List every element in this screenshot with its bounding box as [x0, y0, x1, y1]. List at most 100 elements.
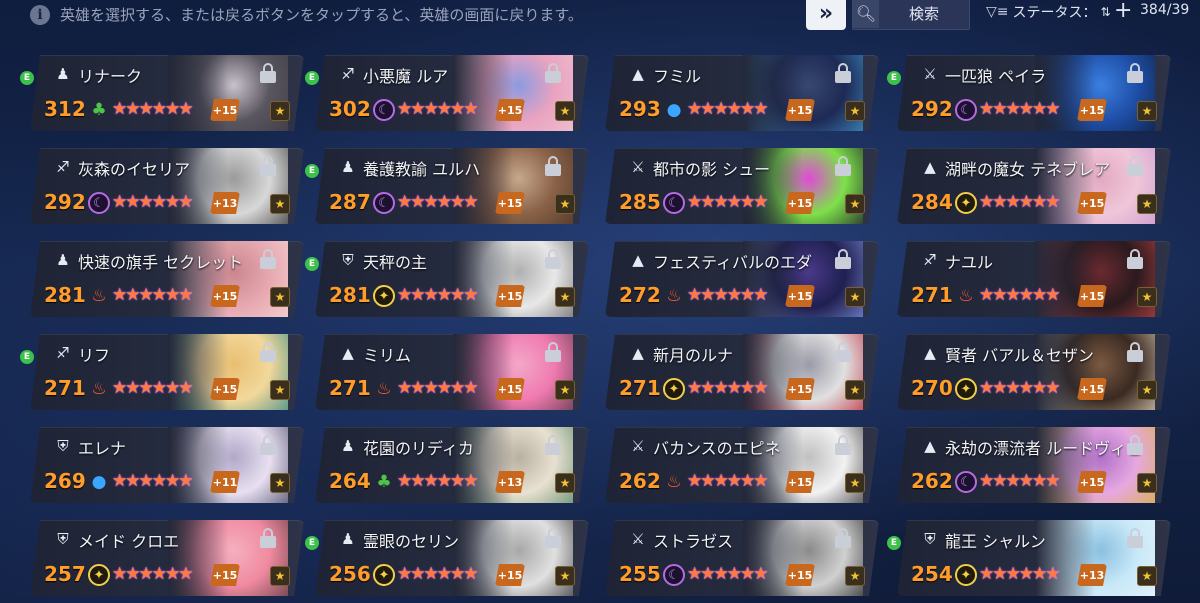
favorite-star-icon[interactable]: ★ — [845, 101, 865, 121]
lock-icon[interactable] — [545, 249, 561, 269]
lock-icon[interactable] — [835, 63, 851, 83]
favorite-star-icon[interactable]: ★ — [845, 566, 865, 586]
enhance-badge: +15 — [785, 99, 815, 121]
star-rating: ★★★★★★ — [112, 285, 192, 305]
favorite-star-icon[interactable]: ★ — [555, 194, 575, 214]
enhance-badge: +13 — [495, 471, 525, 493]
hero-card[interactable]: ♐ 小悪魔 ルア 302 ☾ ★★★★★★ +15 ★ — [315, 55, 589, 131]
lock-icon[interactable] — [1127, 63, 1143, 83]
favorite-star-icon[interactable]: ★ — [1137, 287, 1157, 307]
favorite-star-icon[interactable]: ★ — [270, 287, 290, 307]
hero-level: 281 — [44, 283, 86, 307]
favorite-star-icon[interactable]: ★ — [555, 566, 575, 586]
lock-icon[interactable] — [260, 435, 276, 455]
hero-card[interactable]: ⚔ バカンスのエピネ 262 ♨ ★★★★★★ +15 ★ — [605, 427, 879, 503]
hero-card[interactable]: ▲ ミリム 271 ♨ ★★★★★★ +15 ★ — [315, 334, 589, 410]
hero-card[interactable]: ▲ フェスティバルのエダ 272 ♨ ★★★★★★ +15 ★ — [605, 241, 879, 317]
hero-card[interactable]: ⚔ 都市の影 シュー 285 ☾ ★★★★★★ +15 ★ — [605, 148, 879, 224]
favorite-star-icon[interactable]: ★ — [1137, 566, 1157, 586]
lock-icon[interactable] — [260, 249, 276, 269]
light-element-icon: ✦ — [373, 564, 395, 586]
lock-icon[interactable] — [260, 528, 276, 548]
favorite-star-icon[interactable]: ★ — [1137, 473, 1157, 493]
wizard-hat-icon: ▲ — [342, 344, 354, 362]
hero-card[interactable]: ♟ リナーク 312 ♣ ★★★★★★ +15 ★ — [30, 55, 304, 131]
hero-level: 271 — [44, 376, 86, 400]
hero-card[interactable]: ♐ ナユル 271 ♨ ★★★★★★ +15 ★ — [897, 241, 1171, 317]
hero-grid: ♟ リナーク 312 ♣ ★★★★★★ +15 ★ E ♐ 小悪魔 ルア 302… — [0, 0, 1200, 603]
enhance-badge: +15 — [495, 99, 525, 121]
hero-card[interactable]: ♟ 快速の旗手 セクレット 281 ♨ ★★★★★★ +15 ★ — [30, 241, 304, 317]
favorite-star-icon[interactable]: ★ — [270, 473, 290, 493]
lock-icon[interactable] — [1127, 156, 1143, 176]
favorite-star-icon[interactable]: ★ — [1137, 380, 1157, 400]
favorite-star-icon[interactable]: ★ — [270, 566, 290, 586]
lock-icon[interactable] — [835, 156, 851, 176]
hero-card[interactable]: ♟ 養護教諭 ユルハ 287 ☾ ★★★★★★ +15 ★ — [315, 148, 589, 224]
lock-icon[interactable] — [1127, 435, 1143, 455]
lock-icon[interactable] — [835, 249, 851, 269]
favorite-star-icon[interactable]: ★ — [845, 194, 865, 214]
favorite-star-icon[interactable]: ★ — [270, 380, 290, 400]
enhance-badge: +15 — [210, 378, 240, 400]
lock-icon[interactable] — [1127, 528, 1143, 548]
favorite-star-icon[interactable]: ★ — [555, 473, 575, 493]
lock-icon[interactable] — [545, 528, 561, 548]
hero-card[interactable]: ▲ フミル 293 ● ★★★★★★ +15 ★ — [605, 55, 879, 131]
hero-card[interactable]: ⚔ 一匹狼 ペイラ 292 ☾ ★★★★★★ +15 ★ — [897, 55, 1171, 131]
lock-icon[interactable] — [835, 528, 851, 548]
favorite-star-icon[interactable]: ★ — [270, 194, 290, 214]
hero-card[interactable]: ♐ 灰森のイセリア 292 ☾ ★★★★★★ +13 ★ — [30, 148, 304, 224]
hero-card[interactable]: ▲ 賢者 バアル＆セザン 270 ✦ ★★★★★★ +15 ★ — [897, 334, 1171, 410]
lock-icon[interactable] — [1127, 249, 1143, 269]
hero-card[interactable]: ▲ 新月のルナ 271 ✦ ★★★★★★ +15 ★ — [605, 334, 879, 410]
hero-card[interactable]: ▲ 湖畔の魔女 テネブレア 284 ✦ ★★★★★★ +15 ★ — [897, 148, 1171, 224]
earth-element-icon: ♣ — [376, 472, 392, 492]
lock-icon[interactable] — [545, 342, 561, 362]
favorite-star-icon[interactable]: ★ — [845, 380, 865, 400]
hero-card[interactable]: ⛨ 龍王 シャルン 254 ✦ ★★★★★★ +13 ★ — [897, 520, 1171, 596]
hero-card[interactable]: ▲ 永劫の漂流者 ルードヴィヒ 262 ☾ ★★★★★★ +15 ★ — [897, 427, 1171, 503]
hero-card[interactable]: ⛨ メイド クロエ 257 ✦ ★★★★★★ +15 ★ — [30, 520, 304, 596]
hero-card[interactable]: ♐ リフ 271 ♨ ★★★★★★ +15 ★ — [30, 334, 304, 410]
favorite-star-icon[interactable]: ★ — [1137, 194, 1157, 214]
lock-icon[interactable] — [835, 435, 851, 455]
hero-card[interactable]: ⚔ ストラゼス 255 ☾ ★★★★★★ +15 ★ — [605, 520, 879, 596]
lock-icon[interactable] — [545, 156, 561, 176]
favorite-star-icon[interactable]: ★ — [555, 101, 575, 121]
hood-icon: ♟ — [56, 65, 70, 83]
favorite-star-icon[interactable]: ★ — [845, 287, 865, 307]
hero-card[interactable]: ⛨ エレナ 269 ● ★★★★★★ +11 ★ — [30, 427, 304, 503]
favorite-star-icon[interactable]: ★ — [1137, 101, 1157, 121]
lock-icon[interactable] — [545, 435, 561, 455]
hero-name: 湖畔の魔女 テネブレア — [945, 160, 1111, 179]
hero-card[interactable]: ♟ 霊眼のセリン 256 ✦ ★★★★★★ +15 ★ — [315, 520, 589, 596]
lock-icon[interactable] — [1127, 342, 1143, 362]
favorite-star-icon[interactable]: ★ — [555, 287, 575, 307]
star-rating: ★★★★★★ — [979, 564, 1059, 584]
hero-name: フミル — [653, 67, 702, 86]
dark-element-icon: ☾ — [955, 471, 977, 493]
earth-element-icon: ♣ — [91, 100, 107, 120]
hero-card[interactable]: ⛨ 天秤の主 281 ✦ ★★★★★★ +15 ★ — [315, 241, 589, 317]
wizard-hat-icon: ▲ — [924, 437, 936, 455]
lock-icon[interactable] — [260, 342, 276, 362]
hero-level: 262 — [911, 469, 953, 493]
water-element-icon: ● — [91, 472, 107, 492]
hero-card[interactable]: ♟ 花園のリディカ 264 ♣ ★★★★★★ +13 ★ — [315, 427, 589, 503]
star-rating: ★★★★★★ — [687, 285, 767, 305]
enhance-badge: +15 — [495, 564, 525, 586]
hero-level: 293 — [619, 97, 661, 121]
favorite-star-icon[interactable]: ★ — [845, 473, 865, 493]
wizard-hat-icon: ▲ — [632, 251, 644, 269]
lock-icon[interactable] — [545, 63, 561, 83]
hero-name: リナーク — [78, 67, 143, 86]
dark-element-icon: ☾ — [373, 99, 395, 121]
star-rating: ★★★★★★ — [979, 471, 1059, 491]
lock-icon[interactable] — [260, 156, 276, 176]
favorite-star-icon[interactable]: ★ — [555, 380, 575, 400]
favorite-star-icon[interactable]: ★ — [270, 101, 290, 121]
lock-icon[interactable] — [260, 63, 276, 83]
enhance-badge: +15 — [785, 378, 815, 400]
lock-icon[interactable] — [835, 342, 851, 362]
